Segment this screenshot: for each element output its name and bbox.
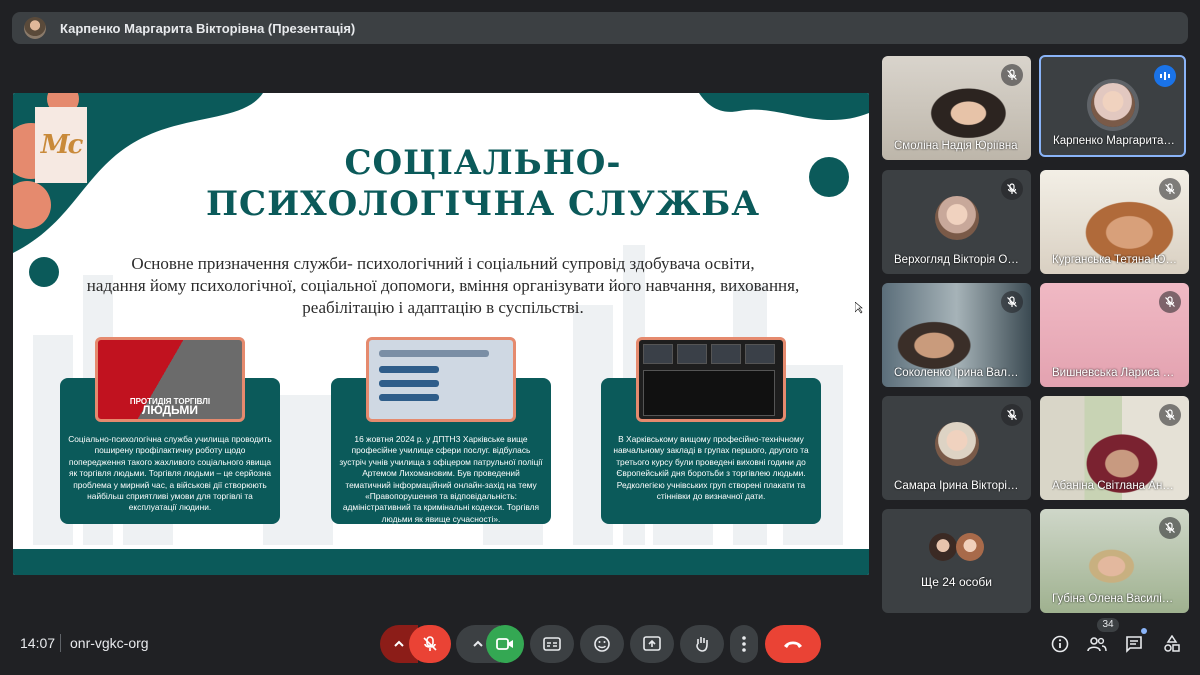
divider bbox=[60, 634, 61, 652]
end-call-icon bbox=[784, 641, 802, 648]
chat-button[interactable] bbox=[1120, 630, 1148, 658]
presenter-avatar bbox=[24, 17, 46, 39]
camera-toggle-button[interactable] bbox=[486, 625, 524, 663]
chevron-up-icon bbox=[473, 640, 483, 647]
raise-hand-button[interactable] bbox=[680, 625, 724, 663]
participant-name: Соколенко Ірина Вал… bbox=[894, 367, 1019, 379]
end-call-button[interactable] bbox=[765, 625, 821, 663]
chat-icon bbox=[1126, 636, 1142, 653]
participant-name: Карпенко Маргарита… bbox=[1053, 135, 1175, 147]
info-icon bbox=[1051, 635, 1069, 653]
mic-muted-icon bbox=[1001, 178, 1023, 200]
participant-avatar bbox=[1090, 83, 1135, 127]
participant-tile[interactable]: Верхогляд Вікторія О… bbox=[882, 170, 1031, 274]
participant-avatar bbox=[929, 533, 957, 561]
participant-name: Абаніна Світлана Ан… bbox=[1052, 480, 1174, 492]
photo-anti-trafficking: ПРОТИДІЯ ТОРГІВЛІ ЛЮДЬМИ bbox=[95, 337, 245, 422]
participant-name: Губіна Олена Василі… bbox=[1052, 593, 1174, 605]
mic-muted-icon bbox=[1001, 64, 1023, 86]
photo-police-meeting bbox=[366, 337, 516, 422]
mouse-cursor-icon bbox=[855, 302, 863, 314]
slide-bottom-band bbox=[13, 549, 869, 575]
activities-button[interactable] bbox=[1158, 630, 1186, 658]
mic-muted-icon bbox=[1159, 404, 1181, 426]
captions-icon bbox=[543, 637, 561, 651]
emoji-icon bbox=[594, 636, 610, 652]
participant-tile[interactable]: Карпенко Маргарита… bbox=[1039, 55, 1186, 157]
mic-muted-icon bbox=[1159, 291, 1181, 313]
present-button[interactable] bbox=[630, 625, 674, 663]
activities-icon bbox=[1164, 635, 1180, 652]
present-icon bbox=[643, 636, 661, 651]
shared-slide: Мс СОЦІАЛЬНО- ПСИХОЛОГІЧНА СЛУЖБА Основн… bbox=[13, 93, 869, 575]
decor-wave-top-right bbox=[699, 93, 869, 121]
presenter-bar: Карпенко Маргарита Вікторівна (Презентац… bbox=[12, 12, 1188, 44]
clock: 14:07 bbox=[20, 635, 56, 651]
chevron-up-icon bbox=[394, 640, 404, 647]
participant-name: Верхогляд Вікторія О… bbox=[894, 254, 1019, 266]
mic-muted-icon bbox=[1159, 517, 1181, 539]
participant-name: Курганська Тетяна Ю… bbox=[1052, 254, 1177, 266]
participant-avatar bbox=[956, 533, 984, 561]
photo-online-class bbox=[636, 337, 786, 422]
participant-name: Самара Ірина Вікторі… bbox=[894, 480, 1019, 492]
more-participants-tile[interactable]: Ще 24 особи bbox=[882, 509, 1031, 613]
mic-muted-icon bbox=[1159, 178, 1181, 200]
reactions-button[interactable] bbox=[580, 625, 624, 663]
participant-tile[interactable]: Вишневська Лариса … bbox=[1040, 283, 1189, 387]
speaking-indicator-icon bbox=[1154, 65, 1176, 87]
people-icon bbox=[1087, 637, 1107, 652]
slide-subtitle: Основне призначення служби- психологічни… bbox=[86, 254, 800, 317]
presenter-title: Карпенко Маргарита Вікторівна (Презентац… bbox=[60, 20, 356, 36]
participant-avatar bbox=[934, 196, 979, 240]
mic-toggle-button[interactable] bbox=[409, 625, 451, 663]
raise-hand-icon bbox=[696, 637, 708, 652]
participant-tile[interactable]: Курганська Тетяна Ю… bbox=[1040, 170, 1189, 274]
participant-name: Ще 24 особи bbox=[921, 575, 992, 589]
participant-avatar bbox=[934, 422, 979, 466]
college-logo: Мс bbox=[35, 107, 87, 183]
meeting-info-button[interactable] bbox=[1046, 630, 1074, 658]
participant-name: Смоліна Надія Юріївна bbox=[894, 140, 1018, 152]
more-icon bbox=[742, 636, 746, 652]
participant-tile[interactable]: Самара Ірина Вікторі… bbox=[882, 396, 1031, 500]
mic-muted-icon bbox=[1001, 404, 1023, 426]
mic-off-icon bbox=[423, 636, 437, 651]
participant-tile[interactable]: Соколенко Ірина Вал… bbox=[882, 283, 1031, 387]
captions-button[interactable] bbox=[530, 625, 574, 663]
camera-icon bbox=[496, 638, 513, 650]
participant-count-badge: 34 bbox=[1097, 618, 1119, 632]
meeting-code: onr-vgkc-org bbox=[70, 635, 149, 651]
participant-name: Вишневська Лариса … bbox=[1052, 367, 1175, 379]
mic-muted-icon bbox=[1001, 291, 1023, 313]
participant-tile[interactable]: Абаніна Світлана Ан… bbox=[1040, 396, 1189, 500]
decor-dot bbox=[809, 157, 849, 197]
people-button[interactable] bbox=[1083, 630, 1111, 658]
chat-notification-dot bbox=[1141, 628, 1147, 634]
slide-title: СОЦІАЛЬНО- ПСИХОЛОГІЧНА СЛУЖБА bbox=[205, 143, 761, 224]
participant-tile[interactable]: Губіна Олена Василі… bbox=[1040, 509, 1189, 613]
more-options-button[interactable] bbox=[730, 625, 758, 663]
participant-tile[interactable]: Смоліна Надія Юріївна bbox=[882, 56, 1031, 160]
